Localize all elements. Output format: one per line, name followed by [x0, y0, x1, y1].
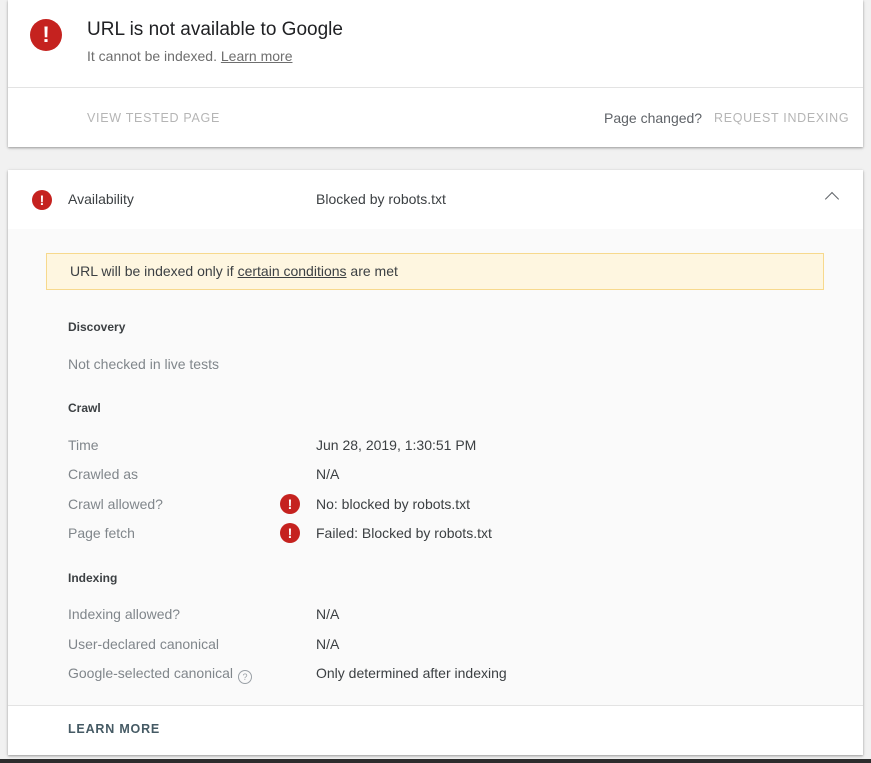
crawl-heading: Crawl	[68, 401, 101, 415]
divider	[8, 705, 863, 706]
indexing-allowed-label: Indexing allowed?	[68, 606, 181, 622]
conditions-warning: URL will be indexed only if certain cond…	[46, 253, 824, 290]
availability-header[interactable]: ! Availability Blocked by robots.txt	[8, 170, 863, 229]
page-fetch-value: Failed: Blocked by robots.txt	[316, 525, 492, 541]
error-icon: !	[30, 19, 62, 51]
help-icon[interactable]: ?	[238, 670, 252, 684]
availability-value: Blocked by robots.txt	[316, 191, 446, 207]
google-canonical-label: Google-selected canonical	[68, 665, 233, 681]
learn-more-button[interactable]: LEARN MORE	[68, 722, 160, 736]
availability-card: ! Availability Blocked by robots.txt URL…	[8, 170, 863, 755]
request-indexing-button[interactable]: REQUEST INDEXING	[714, 111, 849, 125]
crawl-allowed-value: No: blocked by robots.txt	[316, 496, 471, 512]
discovery-heading: Discovery	[68, 320, 126, 334]
crawl-allowed-label: Crawl allowed?	[68, 496, 163, 512]
warning-prefix: URL will be indexed only if	[70, 263, 234, 279]
indexing-heading: Indexing	[68, 571, 118, 585]
page-changed-label: Page changed?	[604, 110, 703, 126]
crawl-time-label: Time	[68, 437, 99, 453]
status-subtitle: It cannot be indexed. Learn more	[87, 48, 292, 64]
crawl-time-value: Jun 28, 2019, 1:30:51 PM	[316, 437, 477, 453]
status-title: URL is not available to Google	[87, 19, 343, 40]
status-subtitle-text: It cannot be indexed.	[87, 48, 217, 64]
learn-more-link[interactable]: Learn more	[221, 48, 293, 64]
google-canonical-value: Only determined after indexing	[316, 665, 507, 681]
crawled-as-value: N/A	[316, 466, 340, 482]
certain-conditions-link[interactable]: certain conditions	[238, 263, 347, 279]
chevron-up-icon[interactable]	[824, 191, 840, 207]
view-tested-page-button[interactable]: VIEW TESTED PAGE	[87, 111, 220, 125]
indexing-allowed-value: N/A	[316, 606, 340, 622]
user-canonical-value: N/A	[316, 636, 340, 652]
error-icon: !	[32, 190, 52, 210]
discovery-note: Not checked in live tests	[68, 356, 219, 372]
page-fetch-label: Page fetch	[68, 525, 135, 541]
google-canonical-label-row: Google-selected canonical?	[68, 665, 252, 684]
bottom-edge	[0, 759, 871, 763]
status-card: ! URL is not available to Google It cann…	[8, 0, 863, 147]
user-canonical-label: User-declared canonical	[68, 636, 219, 652]
warning-suffix: are met	[350, 263, 398, 279]
error-icon: !	[280, 523, 300, 543]
availability-label: Availability	[68, 191, 134, 207]
divider	[8, 87, 863, 88]
availability-details: URL will be indexed only if certain cond…	[8, 229, 863, 705]
error-icon: !	[280, 494, 300, 514]
crawled-as-label: Crawled as	[68, 466, 139, 482]
